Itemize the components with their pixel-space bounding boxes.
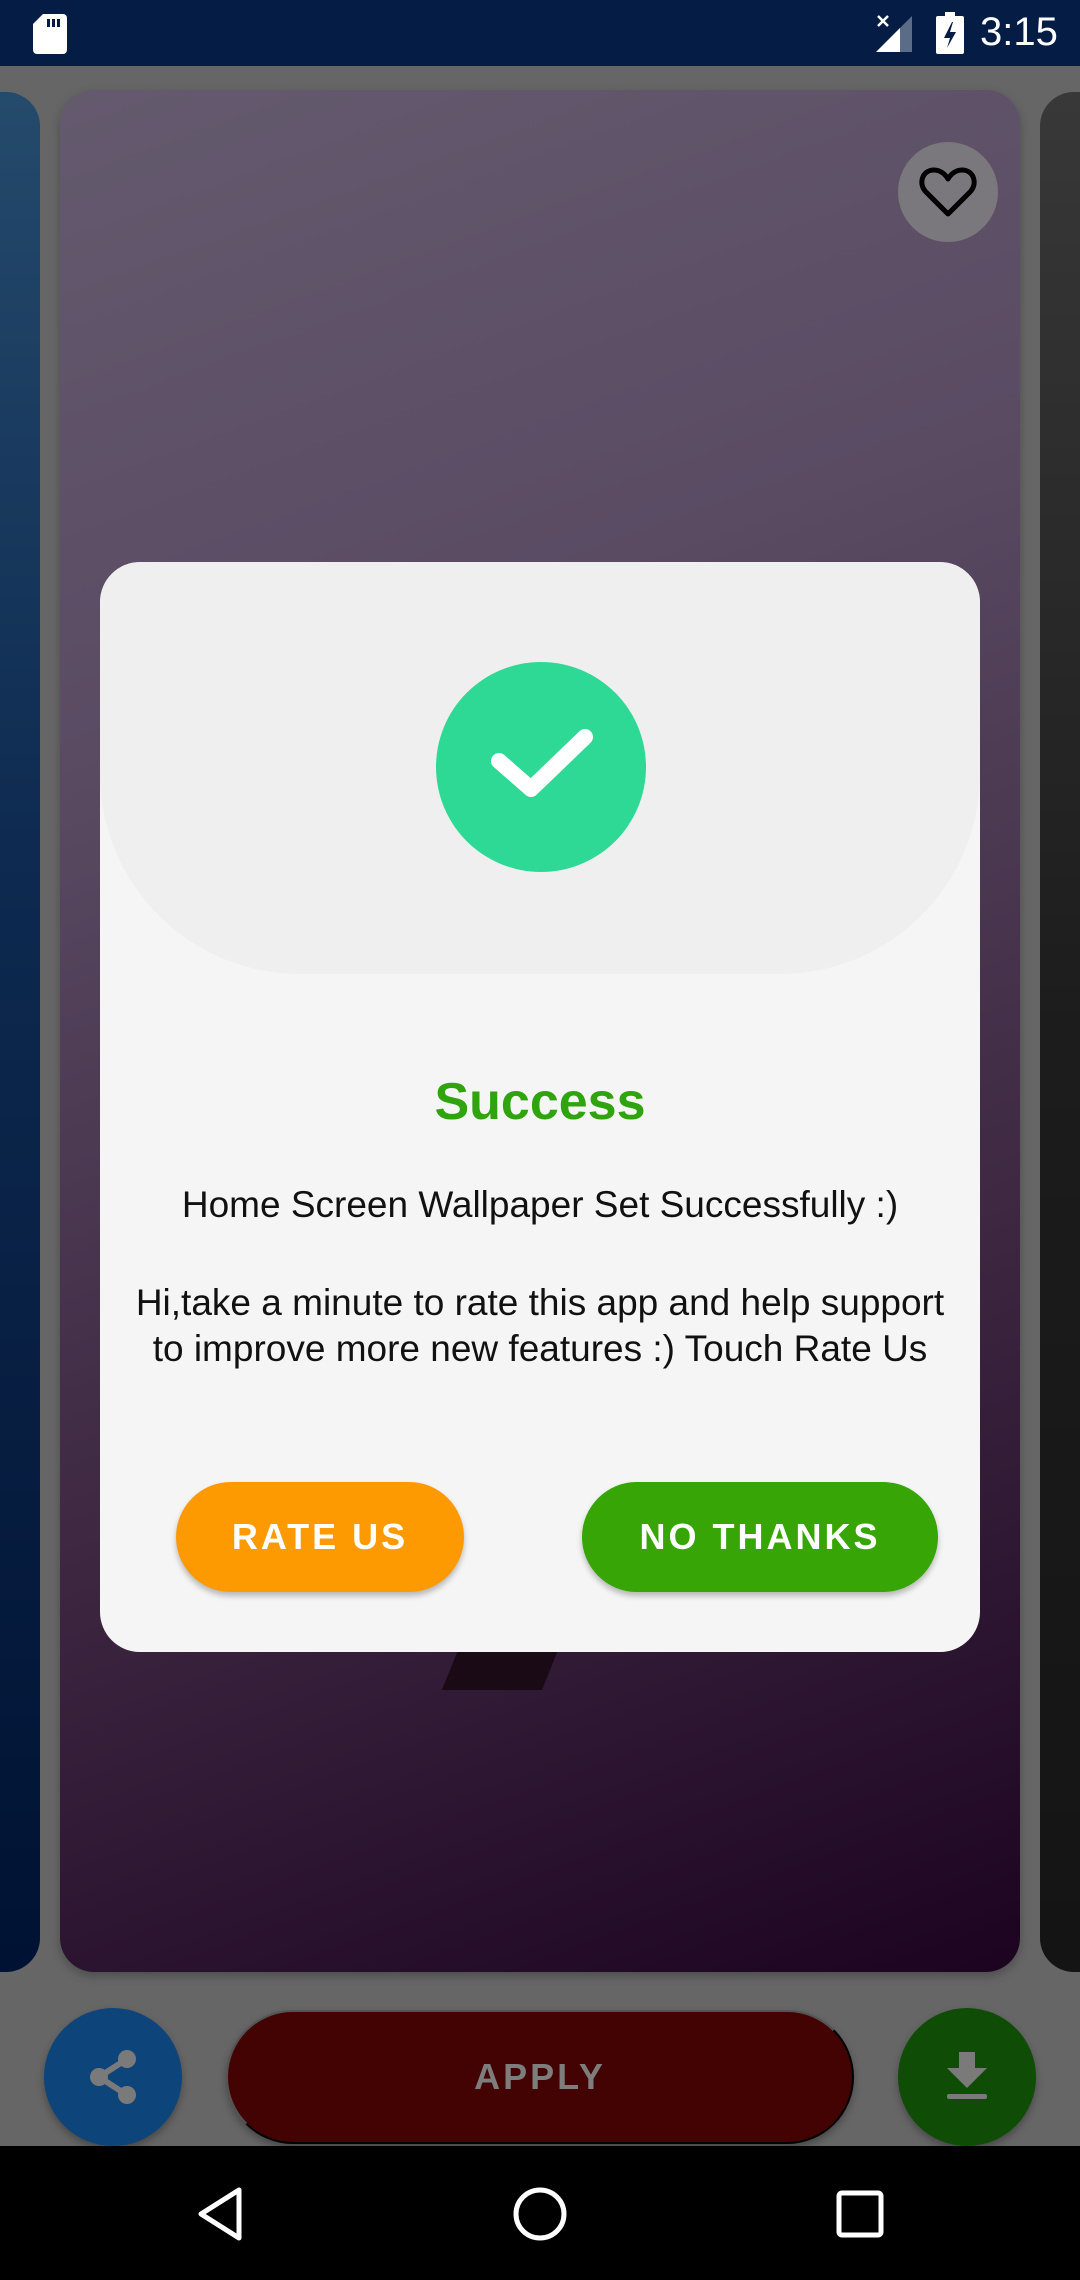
home-button[interactable] [500,2176,580,2252]
favorite-button[interactable] [898,142,998,242]
rate-us-button[interactable]: RATE US [176,1482,464,1592]
back-icon [198,2187,242,2241]
dialog-title: Success [434,1073,646,1131]
success-dialog: Success Home Screen Wallpaper Set Succes… [100,562,980,1652]
success-badge [436,662,646,872]
signal-no-data-icon [876,15,912,52]
battery-charging-icon [936,12,964,54]
previous-wallpaper-card[interactable] [0,92,40,1972]
no-thanks-button[interactable]: NO THANKS [582,1482,938,1592]
wallpaper-shape [441,1650,559,1690]
dialog-rate-prompt: Hi,take a minute to rate this app and he… [135,1282,945,1369]
check-circle-icon [491,729,593,797]
navigation-bar [0,2146,1080,2280]
home-icon [513,2187,567,2241]
heart-outline-icon [919,167,977,217]
sd-card-icon [33,14,67,54]
apply-button[interactable]: APPLY [226,2010,854,2144]
dialog-message: Home Screen Wallpaper Set Successfully :… [181,1184,899,1225]
back-button[interactable] [180,2176,260,2252]
download-icon [947,2052,987,2099]
action-bar: APPLY [0,1988,1080,2146]
download-button[interactable] [898,2008,1036,2146]
recents-icon [836,2190,884,2238]
clock: 3:15 [980,10,1058,54]
status-bar: 3:15 [0,0,1080,66]
share-button[interactable] [44,2008,182,2146]
next-wallpaper-card[interactable] [1040,92,1080,1972]
share-icon [90,2050,136,2104]
recents-button[interactable] [820,2176,900,2252]
